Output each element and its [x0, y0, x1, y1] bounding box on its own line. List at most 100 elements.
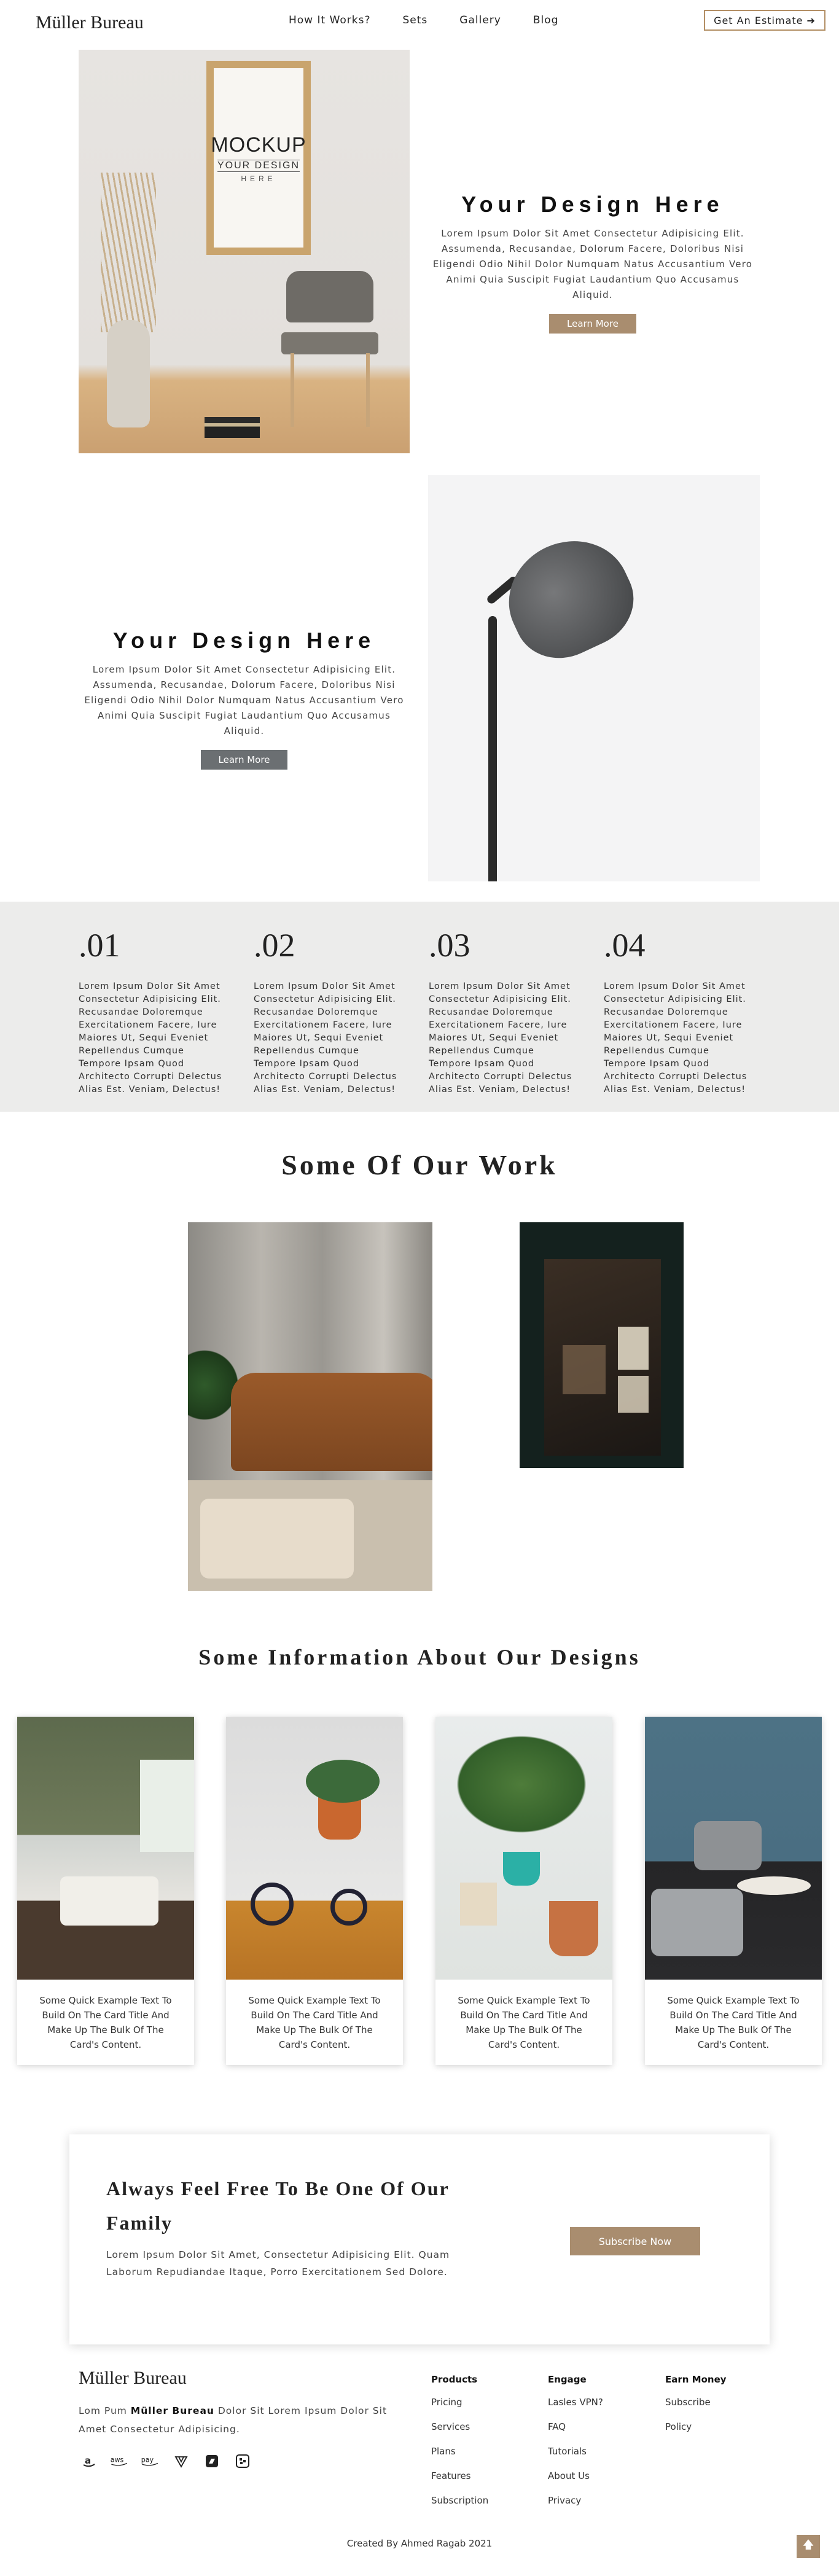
hero-section-2: Your Design Here Lorem Ipsum Dolor Sit A…	[79, 628, 410, 770]
feature-number: .04	[604, 927, 646, 964]
nav-link-blog[interactable]: Blog	[533, 14, 559, 26]
scroll-to-top-button[interactable]: 🡅	[797, 2535, 820, 2558]
footer-link[interactable]: Lasles VPN?	[548, 2396, 603, 2409]
footer-column-products: Products Pricing Services Plans Features…	[431, 2374, 488, 2519]
nav-link-gallery[interactable]: Gallery	[459, 14, 501, 26]
armchair-decor	[694, 1821, 762, 1870]
footer-column-heading: Engage	[548, 2374, 587, 2385]
hero-title: Your Design Here	[112, 628, 376, 653]
sofa-decor	[60, 1876, 158, 1926]
footer-logo[interactable]: Müller Bureau	[79, 2368, 187, 2389]
bandcamp-icon[interactable]	[201, 2451, 222, 2472]
footer-link[interactable]: FAQ	[548, 2421, 603, 2434]
card-image-plants	[435, 1717, 612, 1980]
footer-link[interactable]: Features	[431, 2470, 488, 2483]
footer-credit: Created By Ahmed Ragab 2021	[346, 2538, 493, 2549]
cta-title: Always Feel Free To Be One Of Our Family	[106, 2177, 450, 2234]
card-text: Some Quick Example Text To Build On The …	[667, 1995, 800, 2050]
mockup-here: HERE	[241, 174, 276, 183]
work-image-sofa[interactable]	[188, 1222, 432, 1591]
card-image-armchairs	[645, 1717, 822, 1980]
learn-more-button[interactable]: Learn More	[200, 750, 288, 770]
info-section-title: Some Information About Our Designs	[198, 1645, 641, 1669]
footer-link[interactable]: Services	[431, 2421, 488, 2434]
mockup-title: MOCKUP	[211, 133, 306, 157]
pot-decor	[503, 1852, 540, 1886]
site-logo[interactable]: Müller Bureau	[36, 12, 144, 33]
armchair-decor	[651, 1889, 743, 1956]
feature-item: .02 Lorem Ipsum Dolor Sit Amet Consectet…	[254, 926, 404, 1096]
footer-desc-prefix: Lom Pum	[79, 2405, 131, 2416]
subscribe-cta: Always Feel Free To Be One Of Our Family…	[69, 2134, 770, 2344]
feature-text: Lorem Ipsum Dolor Sit Amet Consectetur A…	[254, 982, 397, 1095]
light-patch	[563, 1345, 606, 1394]
footer-link[interactable]: About Us	[548, 2470, 603, 2483]
feature-text: Lorem Ipsum Dolor Sit Amet Consectetur A…	[604, 982, 747, 1095]
card-image-tricycle-plant	[226, 1717, 403, 1980]
top-navbar: Müller Bureau How It Works? Sets Gallery…	[0, 0, 839, 43]
cta-description: Lorem Ipsum Dolor Sit Amet, Consectetur …	[106, 2249, 450, 2277]
nav-link-how-it-works[interactable]: How It Works?	[289, 14, 371, 26]
footer-link[interactable]: Policy	[665, 2421, 727, 2434]
window-decor	[140, 1760, 194, 1852]
lamp-shade	[490, 521, 649, 674]
vase-decor	[107, 320, 150, 427]
card-image-living-room	[17, 1717, 194, 1980]
card-text: Some Quick Example Text To Build On The …	[39, 1995, 172, 2050]
wheel-decor	[251, 1883, 294, 1926]
vuetify-icon[interactable]	[171, 2451, 192, 2472]
learn-more-button[interactable]: Learn More	[549, 314, 636, 334]
design-card[interactable]: Some Quick Example Text To Build On The …	[435, 1717, 612, 2065]
aws-icon[interactable]: aws	[109, 2451, 130, 2472]
footer-link[interactable]: Subscription	[431, 2494, 488, 2507]
get-estimate-label: Get An Estimate	[714, 14, 803, 26]
work-image-doorway[interactable]	[520, 1222, 684, 1468]
hero-description: Lorem Ipsum Dolor Sit Amet Consectetur A…	[432, 228, 753, 300]
pampas-grass-decor	[101, 173, 156, 332]
leaf-decor	[306, 1760, 380, 1803]
design-card[interactable]: Some Quick Example Text To Build On The …	[645, 1717, 822, 2065]
table-decor	[737, 1876, 811, 1895]
card-text: Some Quick Example Text To Build On The …	[458, 1995, 590, 2050]
leather-sofa	[231, 1373, 432, 1471]
pot-decor	[460, 1883, 497, 1926]
mockup-subtitle: YOUR DESIGN	[217, 159, 300, 172]
footer-link[interactable]: Pricing	[431, 2396, 488, 2409]
feature-number: .03	[429, 927, 470, 964]
footer-link[interactable]: Plans	[431, 2445, 488, 2458]
footer-link[interactable]: Privacy	[548, 2494, 603, 2507]
amazon-icon[interactable]: a	[79, 2451, 100, 2472]
work-section-title: Some Of Our Work	[281, 1149, 558, 1181]
chair-seat	[281, 332, 378, 354]
svg-text:aws: aws	[111, 2456, 124, 2464]
feature-item: .03 Lorem Ipsum Dolor Sit Amet Consectet…	[429, 926, 579, 1096]
footer-link[interactable]: Subscribe	[665, 2396, 727, 2409]
feature-item: .04 Lorem Ipsum Dolor Sit Amet Consectet…	[604, 926, 754, 1096]
dropbox-icon[interactable]	[232, 2451, 253, 2472]
amazon-pay-icon[interactable]: pay	[140, 2451, 161, 2472]
nav-link-sets[interactable]: Sets	[403, 14, 428, 26]
get-estimate-button[interactable]: Get An Estimate ➔	[704, 10, 825, 31]
footer-link[interactable]: Tutorials	[548, 2445, 603, 2458]
footer-description: Lom Pum Müller Bureau Dolor Sit Lorem Ip…	[79, 2402, 410, 2438]
footer-column-heading: Earn Money	[665, 2374, 727, 2385]
hero-title: Your Design Here	[461, 192, 724, 217]
chair-leg	[291, 353, 294, 427]
footer-column-earn-money: Earn Money Subscribe Policy	[665, 2374, 727, 2445]
feature-text: Lorem Ipsum Dolor Sit Amet Consectetur A…	[429, 982, 572, 1095]
subscribe-now-button[interactable]: Subscribe Now	[570, 2227, 700, 2255]
nav-links: How It Works? Sets Gallery Blog	[289, 14, 558, 26]
feature-number: .02	[254, 927, 295, 964]
design-card[interactable]: Some Quick Example Text To Build On The …	[226, 1717, 403, 2065]
wheel-decor	[330, 1889, 367, 1926]
ottoman-decor	[200, 1499, 354, 1579]
light-patch	[618, 1327, 649, 1370]
pot-decor	[549, 1901, 598, 1956]
pot-decor	[318, 1797, 361, 1840]
design-card[interactable]: Some Quick Example Text To Build On The …	[17, 1717, 194, 2065]
arrow-up-icon: 🡅	[802, 2539, 814, 2551]
svg-text:a: a	[85, 2455, 91, 2466]
hero-description: Lorem Ipsum Dolor Sit Amet Consectetur A…	[84, 664, 404, 736]
feature-item: .01 Lorem Ipsum Dolor Sit Amet Consectet…	[79, 926, 229, 1096]
feature-text: Lorem Ipsum Dolor Sit Amet Consectetur A…	[79, 982, 222, 1095]
